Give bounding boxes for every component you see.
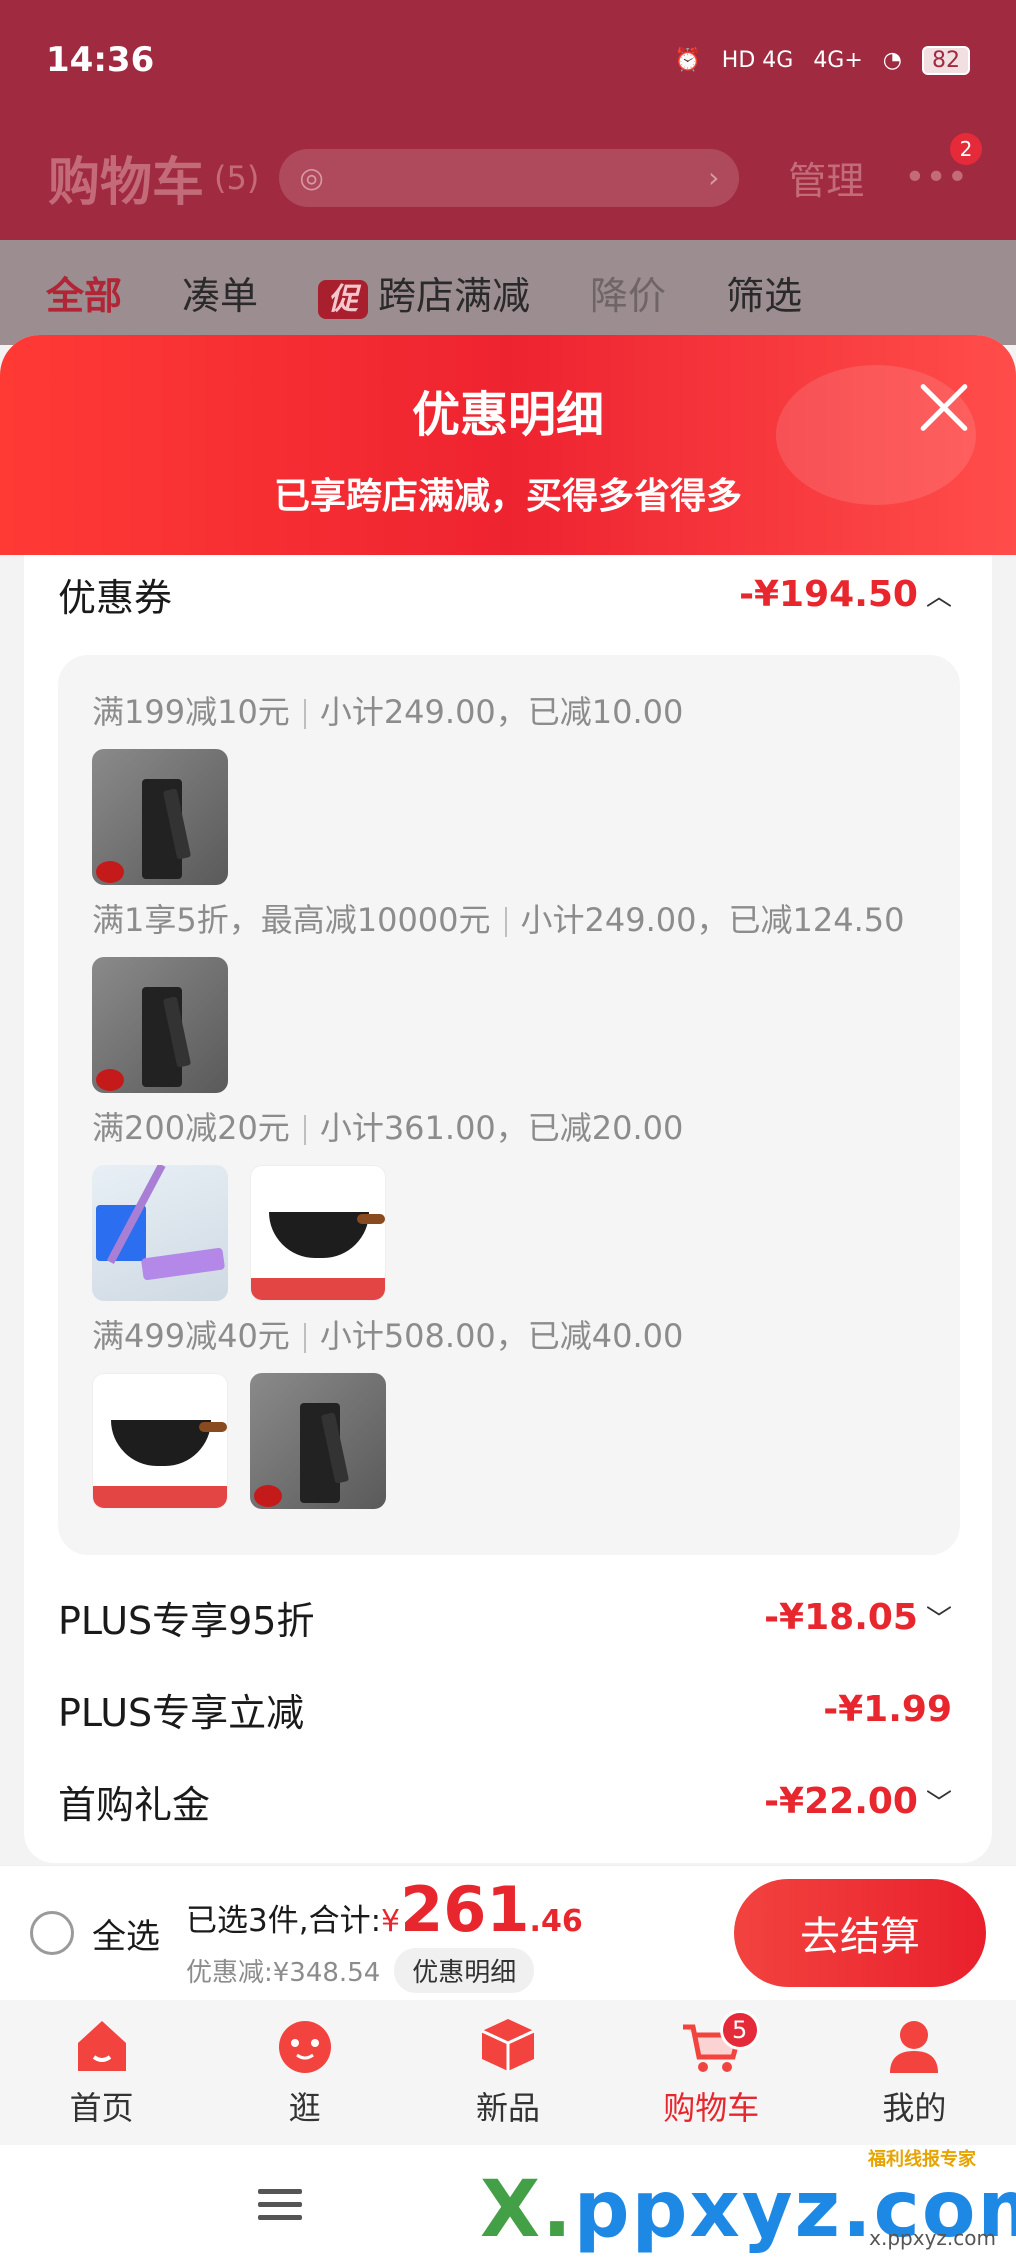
coupon-rule: 满199减10元 [92,693,290,731]
checkout-button[interactable]: 去结算 [734,1879,986,1987]
signal-icon: HD 4G [721,47,794,73]
filter-bar: 全部 凑单 促跨店满减 降价 筛选 [0,240,1016,345]
promo-tag-icon: 促 [318,280,369,319]
coupon-group-line: 满499减40元 小计508.00，已减40.00 [92,1311,683,1357]
signal-icon-2: 4G+ [813,47,863,73]
product-thumb-knife-set[interactable] [250,1373,386,1509]
address-selector[interactable]: ◎ › [279,148,740,207]
product-thumb-wok[interactable] [250,1165,386,1301]
plus95-label: PLUS专享95折 [58,1599,315,1643]
modal-header: 优惠明细 已享跨店满减，买得多省得多 [0,335,1016,555]
wifi-icon: ◔ [882,47,902,73]
coupon-rule: 满499减40元 [92,1317,290,1355]
discount-card: 优惠券 -¥194.50 ︿ 满199减10元 小计249.00，已减10.00 满… [24,555,992,1863]
coupon-detail: 小计249.00，已减10.00 [319,693,684,731]
close-icon[interactable] [918,381,970,433]
home-icon [77,2021,126,2071]
bottom-tab-bar: 首页 逛 新品 5 购物车 我的 [0,2000,1016,2145]
cart-header: 购物车 (5) ◎ › 管理 ••• 2 [0,125,1016,230]
cart-badge: 5 [719,2010,760,2050]
profile-icon [890,2021,939,2073]
background-page: 14:36 ⏰ HD 4G 4G+ ◔ 82 购物车 (5) ◎ › 管理 ••… [0,0,1016,345]
tab-home[interactable]: 首页 [0,2000,203,2145]
box-icon [481,2019,535,2071]
plus-cut-value: -¥1.99 [823,1689,952,1730]
chevron-up-icon: ︿ [925,582,952,612]
more-button[interactable]: ••• 2 [904,133,982,198]
product-thumb-wok[interactable] [92,1373,228,1509]
discount-amount: 优惠减:¥348.54 [186,1958,381,1988]
filter-cross-store[interactable]: 促跨店满减 [318,265,530,320]
menu-icon[interactable] [258,2189,302,2228]
coupon-row[interactable]: 优惠券 -¥194.50 ︿ [58,567,952,622]
discount-detail-button[interactable]: 优惠明细 [394,1948,535,1993]
system-nav-bar: X.ppxyz.com 福利线报专家 x.ppxyz.com [0,2145,1016,2264]
coupon-detail: 小计361.00，已减20.00 [319,1109,684,1147]
location-icon: ◎ [299,161,324,194]
filter-price-drop[interactable]: 降价 [590,265,666,320]
chevron-down-icon: ﹀ [925,1605,952,1635]
filter-cross-store-label: 跨店满减 [378,274,531,318]
tab-cart[interactable]: 5 购物车 [610,2000,813,2145]
checkout-bar: 全选 已选3件,合计: ¥ 261 .46 优惠减:¥348.54 优惠明细 去… [0,1865,1016,2000]
select-all-checkbox[interactable] [30,1911,74,1955]
first-buy-row[interactable]: 首购礼金 -¥22.00 ﹀ [58,1774,952,1829]
tab-label: 新品 [476,2089,541,2127]
coupon-detail: 小计508.00，已减40.00 [319,1317,684,1355]
filter-combine[interactable]: 凑单 [182,265,258,320]
tab-label: 我的 [882,2089,947,2127]
filter-more[interactable]: 筛选 [726,265,802,320]
selected-count: 已选3件,合计: [186,1903,382,1939]
plus-cut-label: PLUS专享立减 [58,1691,305,1735]
coupon-group-line: 满200减20元 小计361.00，已减20.00 [92,1103,683,1149]
tab-mine[interactable]: 我的 [813,2000,1016,2145]
order-summary: 已选3件,合计: ¥ 261 .46 优惠减:¥348.54 优惠明细 [186,1873,583,1993]
watermark-small: x.ppxyz.com [869,2226,996,2250]
message-badge: 2 [950,133,982,165]
cart-title: 购物车 [48,153,205,213]
chevron-down-icon: ﹀ [925,1789,952,1819]
chevron-right-icon: › [708,161,720,194]
tab-new[interactable]: 新品 [406,2000,609,2145]
coupon-rule: 满200减20元 [92,1109,290,1147]
coupon-detail: 小计249.00，已减124.50 [520,901,905,939]
browse-icon [278,2021,331,2073]
status-time: 14:36 [46,40,155,80]
product-thumb-knife-set[interactable] [92,749,228,885]
manage-button[interactable]: 管理 [788,150,864,205]
status-bar: 14:36 ⏰ HD 4G 4G+ ◔ 82 [0,0,1016,120]
product-thumb-knife-set[interactable] [92,957,228,1093]
alarm-icon: ⏰ [674,47,702,73]
tab-label: 购物车 [663,2089,760,2127]
total-integer: 261 [400,1873,530,1946]
plus95-row[interactable]: PLUS专享95折 -¥18.05 ﹀ [58,1590,952,1645]
coupon-group-line: 满1享5折，最高减10000元 小计249.00，已减124.50 [92,895,904,941]
watermark-brand: 福利线报专家 [868,2149,976,2170]
coupon-group-line: 满199减10元 小计249.00，已减10.00 [92,687,683,733]
total-decimal: .46 [529,1904,583,1939]
coupon-label: 优惠券 [58,576,173,620]
plus-cut-row: PLUS专享立减 -¥1.99 [58,1682,952,1737]
tab-label: 逛 [288,2089,321,2127]
plus95-value: -¥18.05 [764,1597,918,1638]
filter-all[interactable]: 全部 [46,265,122,320]
coupon-rule: 满1享5折，最高减10000元 [92,901,491,939]
select-all-label[interactable]: 全选 [92,1909,160,1958]
first-buy-value: -¥22.00 [764,1781,918,1822]
battery-indicator: 82 [922,45,970,75]
coupon-value: -¥194.50 [739,574,918,615]
discount-detail-modal: 优惠明细 已享跨店满减，买得多省得多 优惠券 -¥194.50 ︿ 满199减10… [0,335,1016,1865]
tab-label: 首页 [69,2089,134,2127]
currency-symbol: ¥ [381,1904,401,1939]
tab-browse[interactable]: 逛 [203,2000,406,2145]
watermark-x: X. [480,2165,574,2255]
coupon-groups: 满199减10元 小计249.00，已减10.00 满1享5折，最高减10000元… [58,655,960,1555]
cart-count: (5) [214,158,260,197]
product-thumb-mop[interactable] [92,1165,228,1301]
first-buy-label: 首购礼金 [58,1783,211,1827]
